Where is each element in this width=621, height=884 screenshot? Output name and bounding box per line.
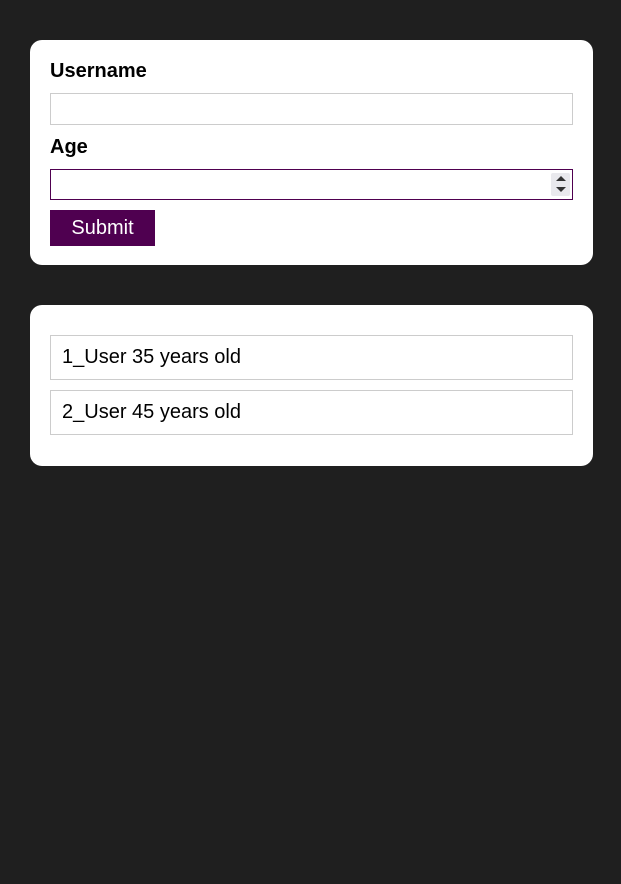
user-list: 1_User 35 years old 2_User 45 years old <box>50 335 573 435</box>
username-input[interactable] <box>50 93 573 125</box>
list-item: 2_User 45 years old <box>50 390 573 435</box>
age-field-wrapper <box>50 169 573 200</box>
user-list-card: 1_User 35 years old 2_User 45 years old <box>30 305 593 466</box>
username-label: Username <box>50 60 147 82</box>
age-label: Age <box>50 136 88 158</box>
age-spinner <box>551 173 570 196</box>
spinner-down-icon[interactable] <box>551 185 570 196</box>
spinner-up-icon[interactable] <box>551 173 570 184</box>
add-user-form-card: Username Age Submit <box>30 40 593 265</box>
list-item: 1_User 35 years old <box>50 335 573 380</box>
submit-button[interactable]: Submit <box>50 210 155 246</box>
age-input[interactable] <box>50 169 573 200</box>
